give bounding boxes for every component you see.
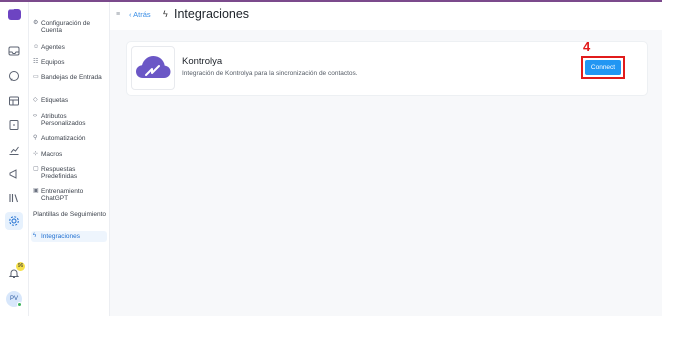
back-label: Atrás	[133, 10, 151, 19]
sidebar-item-follow-up-templates[interactable]: Plantillas de Seguimiento	[33, 211, 107, 218]
sidebar-item-labels[interactable]: ◇ Etiquetas	[33, 97, 107, 104]
online-status-dot	[17, 302, 22, 307]
campaign-icon[interactable]	[7, 167, 21, 181]
kontrolya-logo	[131, 46, 175, 90]
sidebar-item-label: Bandejas de Entrada	[41, 74, 102, 81]
sidebar-item-automation[interactable]: ⚲ Automatización	[33, 135, 107, 142]
chat-icon[interactable]	[7, 69, 21, 83]
reports-icon[interactable]	[7, 118, 21, 132]
integration-name: Kontrolya	[182, 56, 223, 67]
code-icon: ‹›	[33, 113, 37, 119]
sidebar-item-account-settings[interactable]: ⚙ Configuración de Cuenta	[33, 20, 107, 34]
reply-icon: ▢	[33, 166, 39, 172]
sidebar-item-teams[interactable]: ☷ Equipos	[33, 59, 107, 66]
sidebar-item-label: Configuración de Cuenta	[41, 20, 91, 34]
sidebar-item-label: Etiquetas	[41, 97, 69, 104]
sidebar-item-label: Integraciones	[41, 233, 81, 240]
sidebar-item-label: Entrenamiento ChatGPT	[41, 188, 84, 202]
sidebar-item-label: Equipos	[41, 59, 65, 66]
sidebar-item-chatgpt-training[interactable]: ▣ Entrenamiento ChatGPT	[33, 188, 107, 202]
plug-icon: ϟ	[33, 233, 37, 239]
contacts-icon[interactable]	[7, 94, 21, 108]
inbox-icon[interactable]	[7, 44, 21, 58]
automation-icon: ⚲	[33, 135, 38, 141]
sidebar-item-label: Macros	[41, 151, 63, 158]
sidebar-item-canned-responses[interactable]: ▢ Respuestas Predefinidas	[33, 166, 107, 180]
library-icon[interactable]	[7, 191, 21, 205]
sidebar-item-label: Agentes	[41, 44, 65, 51]
settings-icon[interactable]	[7, 214, 21, 228]
sidebar-item-macros[interactable]: ⊹ Macros	[33, 151, 107, 158]
sidebar-item-integrations[interactable]: ϟ Integraciones	[31, 231, 107, 242]
sidebar-item-label: Plantillas de Seguimiento	[33, 211, 106, 218]
connect-button[interactable]: Connect	[585, 60, 621, 75]
plug-icon: ϟ	[163, 9, 168, 19]
sidebar-item-label: Respuestas Predefinidas	[41, 166, 78, 180]
macro-icon: ⊹	[33, 151, 39, 157]
inbox-icon: ▭	[33, 74, 39, 80]
team-icon: ☷	[33, 59, 39, 65]
sidebar-item-label: Atributos Personalizados	[41, 113, 86, 127]
tag-icon: ◇	[33, 97, 38, 103]
step-number-annotation: 4	[583, 39, 591, 54]
integration-card	[126, 41, 648, 96]
sidebar-item-agents[interactable]: ☺ Agentes	[33, 44, 107, 51]
sidebar-item-inboxes[interactable]: ▭ Bandejas de Entrada	[33, 74, 107, 81]
sidebar-item-label: Automatización	[41, 135, 86, 142]
sidebar-item-custom-attributes[interactable]: ‹› Atributos Personalizados	[33, 113, 107, 127]
bot-icon: ▣	[33, 188, 39, 194]
back-link[interactable]: ‹ Atrás	[129, 10, 151, 19]
app-logo[interactable]	[8, 6, 21, 20]
integration-description: Integración de Kontrolya para la sincron…	[182, 70, 358, 77]
chart-icon[interactable]	[7, 143, 21, 157]
menu-icon[interactable]: ≡	[116, 11, 120, 18]
page-title: Integraciones	[174, 7, 250, 21]
notification-badge: 96	[16, 262, 25, 271]
settings-icon: ⚙	[33, 20, 39, 26]
people-icon: ☺	[33, 44, 40, 50]
